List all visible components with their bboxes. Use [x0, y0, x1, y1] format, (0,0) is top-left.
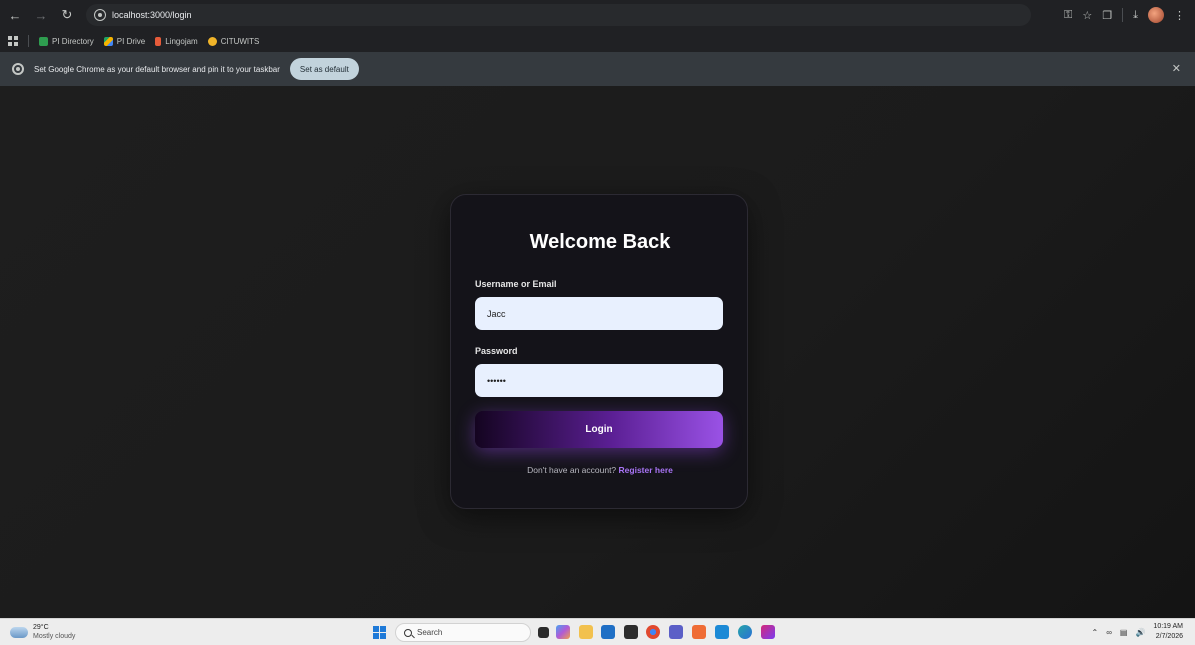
username-label: Username or Email	[475, 279, 557, 289]
bookmark-pi-directory[interactable]: PI Directory	[39, 36, 94, 46]
back-arrow-icon[interactable]: ←	[4, 4, 26, 26]
bookmark-pi-drive[interactable]: PI Drive	[103, 36, 146, 46]
task-view-icon[interactable]	[538, 627, 549, 638]
default-browser-infobar: Set Google Chrome as your default browse…	[0, 52, 1195, 86]
system-tray: ⌃ ∞ ▤ 🔊 10:19 AM 2/7/2026	[1091, 622, 1183, 642]
cituwits-icon	[207, 36, 217, 46]
apps-grid-icon[interactable]	[8, 36, 18, 46]
search-icon	[404, 628, 412, 637]
windows-start-icon[interactable]	[373, 626, 386, 639]
page-title: Welcome Back	[529, 231, 671, 253]
volume-icon[interactable]: 🔊	[1135, 628, 1145, 637]
network-icon[interactable]: ∞	[1106, 628, 1112, 637]
password-value: ••••••	[487, 375, 506, 386]
taskbar-search[interactable]: Search	[395, 623, 531, 642]
copilot-icon[interactable]	[556, 625, 570, 639]
browser-right-tools: ⚿ ☆ ❐ ⤓ ⋮	[1064, 4, 1185, 26]
extensions-icon[interactable]: ❐	[1102, 9, 1112, 22]
file-explorer-icon[interactable]	[579, 625, 593, 639]
bookmarks-divider	[28, 35, 29, 47]
teams-icon[interactable]	[669, 625, 683, 639]
infobar-message: Set Google Chrome as your default browse…	[34, 64, 280, 74]
bookmark-cituwits[interactable]: CITUWITS	[207, 36, 260, 46]
taskbar: 29°C Mostly cloudy Search ⌃ ∞ ▤ 🔊 10:19 …	[0, 618, 1195, 645]
terminal-icon[interactable]	[624, 625, 638, 639]
set-as-default-button[interactable]: Set as default	[289, 58, 359, 80]
store-icon[interactable]	[601, 625, 615, 639]
bookmark-label: PI Drive	[116, 36, 146, 46]
close-icon[interactable]: ✕	[1172, 62, 1181, 75]
intellij-icon[interactable]	[761, 625, 775, 639]
register-link[interactable]: Register here	[619, 465, 673, 475]
password-key-icon[interactable]: ⚿	[1064, 9, 1072, 22]
login-card: Welcome Back Username or Email Jacc Pass…	[450, 194, 748, 509]
clock-date: 2/7/2026	[1155, 633, 1183, 640]
weather-condition: Mostly cloudy	[33, 633, 76, 640]
password-input[interactable]: ••••••	[475, 364, 723, 397]
bookmarks-bar: PI Directory PI Drive Lingojam CITUWITS	[0, 30, 1195, 52]
menu-kebab-icon[interactable]: ⋮	[1174, 9, 1185, 22]
bookmark-star-icon[interactable]: ☆	[1082, 9, 1092, 22]
bookmark-lingojam[interactable]: Lingojam	[155, 36, 198, 46]
cloud-icon	[10, 626, 28, 638]
clock-time: 10:19 AM	[1153, 623, 1183, 630]
forward-arrow-icon[interactable]: →	[30, 4, 52, 26]
bookmark-label: Lingojam	[165, 36, 198, 46]
clock[interactable]: 10:19 AM 2/7/2026	[1153, 622, 1183, 642]
login-button[interactable]: Login	[475, 411, 723, 448]
browser-toolbar: ← → ↻ localhost:3000/login ⚿ ☆ ❐ ⤓ ⋮	[0, 0, 1195, 30]
download-icon[interactable]: ⤓	[1133, 9, 1138, 22]
chevron-up-icon[interactable]: ⌃	[1091, 628, 1098, 637]
username-input[interactable]: Jacc	[475, 297, 723, 330]
edge-icon[interactable]	[738, 625, 752, 639]
url-text: localhost:3000/login	[112, 10, 192, 20]
register-prompt: Don't have an account? Register here	[451, 465, 749, 475]
address-bar[interactable]: localhost:3000/login	[86, 4, 1031, 26]
reload-icon[interactable]: ↻	[56, 4, 78, 26]
register-prompt-text: Don't have an account?	[527, 465, 617, 475]
chrome-icon	[12, 63, 24, 75]
temperature: 29°C	[33, 624, 49, 631]
username-value: Jacc	[487, 308, 506, 319]
postman-icon[interactable]	[692, 625, 706, 639]
lingojam-icon	[155, 36, 162, 46]
search-placeholder: Search	[417, 628, 443, 637]
pi-directory-icon	[39, 36, 48, 46]
site-info-icon[interactable]	[94, 9, 106, 21]
bookmark-label: CITUWITS	[220, 36, 260, 46]
toolbar-divider	[1122, 8, 1124, 22]
vscode-icon[interactable]	[715, 625, 729, 639]
page-background: Welcome Back Username or Email Jacc Pass…	[0, 86, 1195, 618]
drive-icon	[103, 36, 113, 46]
password-label: Password	[475, 346, 518, 356]
display-icon[interactable]: ▤	[1120, 628, 1128, 637]
chrome-icon[interactable]	[646, 625, 660, 639]
bookmark-label: PI Directory	[52, 36, 94, 46]
profile-avatar[interactable]	[1148, 7, 1164, 23]
weather-widget[interactable]: 29°C Mostly cloudy	[10, 623, 75, 641]
